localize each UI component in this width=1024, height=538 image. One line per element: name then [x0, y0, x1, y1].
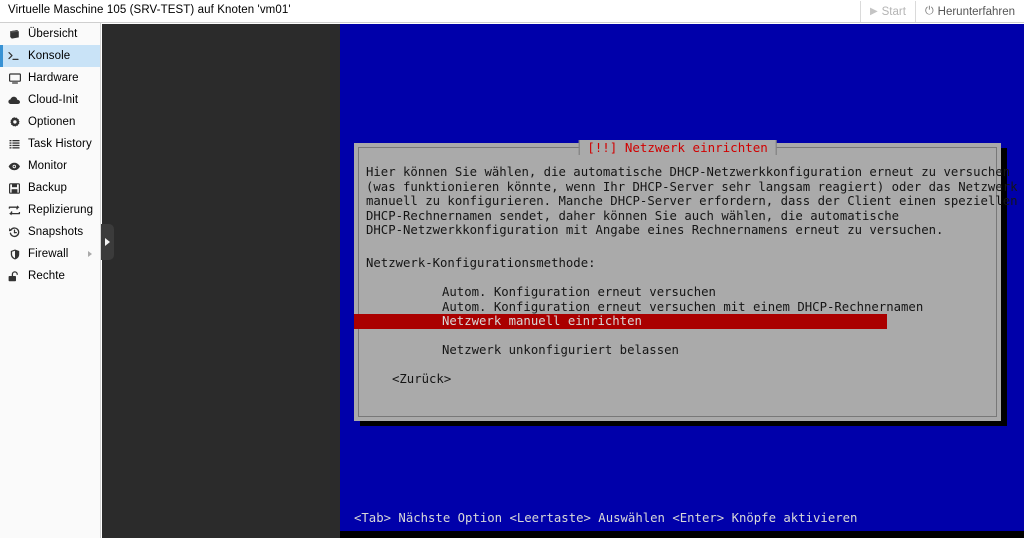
overview-icon: [7, 29, 22, 40]
chevron-right-icon: [88, 251, 92, 257]
sidebar-item-monitor[interactable]: Monitor: [0, 155, 100, 177]
sidebar-item-uebersicht[interactable]: Übersicht: [0, 23, 100, 45]
sidebar-item-label: Backup: [28, 182, 67, 194]
cloud-icon: [7, 96, 22, 105]
monitor-icon: [7, 72, 22, 84]
dialog-title: [!!] Netzwerk einrichten: [578, 140, 777, 155]
sidebar-item-replizierung[interactable]: Replizierung: [0, 199, 100, 221]
start-button[interactable]: ▶ Start: [859, 1, 915, 22]
topbar-actions: ▶ Start ⏻ Herunterfahren: [859, 1, 1024, 22]
sidebar-item-label: Cloud-Init: [28, 94, 79, 106]
terminal-icon: [7, 51, 22, 61]
sidebar-item-label: Hardware: [28, 72, 79, 84]
shield-icon: [7, 249, 22, 260]
vt-bottom-bar: [340, 531, 1024, 538]
dialog-body-text: Hier können Sie wählen, die automatische…: [366, 165, 1018, 238]
power-icon: ⏻: [924, 5, 934, 17]
sidebar: Übersicht Konsole Hardware Cloud-Init Op…: [0, 23, 101, 538]
option-item[interactable]: Autom. Konfiguration erneut versuchen mi…: [354, 300, 1001, 315]
vt-status-line: <Tab> Nächste Option <Leertaste> Auswähl…: [354, 511, 858, 525]
sidebar-item-label: Monitor: [28, 160, 68, 172]
console-pane[interactable]: [!!] Netzwerk einrichten Hier können Sie…: [102, 24, 1024, 538]
sidebar-item-label: Rechte: [28, 270, 66, 282]
unlock-icon: [7, 270, 22, 282]
sidebar-item-label: Snapshots: [28, 226, 84, 238]
sidebar-collapse-handle[interactable]: [101, 224, 114, 260]
option-spacer: [354, 329, 1001, 344]
sidebar-item-task-history[interactable]: Task History: [0, 133, 100, 155]
shutdown-button[interactable]: ⏻ Herunterfahren: [914, 1, 1024, 22]
option-item[interactable]: Autom. Konfiguration erneut versuchen: [354, 285, 1001, 300]
sidebar-item-snapshots[interactable]: Snapshots: [0, 221, 100, 243]
floppy-disk-icon: [7, 182, 22, 194]
gear-icon: [7, 116, 22, 128]
shutdown-button-label: Herunterfahren: [937, 5, 1015, 18]
eye-icon: [7, 162, 22, 171]
sidebar-item-cloud-init[interactable]: Cloud-Init: [0, 89, 100, 111]
list-icon: [7, 139, 22, 150]
network-setup-dialog: [!!] Netzwerk einrichten Hier können Sie…: [354, 140, 1018, 421]
window-title-bar: Virtuelle Maschine 105 (SRV-TEST) auf Kn…: [0, 0, 1024, 23]
config-method-option-list[interactable]: Autom. Konfiguration erneut versuchen Au…: [354, 285, 1001, 358]
sidebar-item-firewall[interactable]: Firewall: [0, 243, 100, 265]
history-icon: [7, 226, 22, 238]
vt-screen[interactable]: [!!] Netzwerk einrichten Hier können Sie…: [340, 24, 1024, 538]
sidebar-item-optionen[interactable]: Optionen: [0, 111, 100, 133]
back-button[interactable]: <Zurück>: [392, 372, 451, 387]
replicate-icon: [7, 204, 22, 216]
start-button-label: Start: [881, 5, 906, 18]
sidebar-item-label: Replizierung: [28, 204, 94, 216]
sidebar-item-label: Konsole: [28, 50, 71, 62]
sidebar-item-label: Firewall: [28, 248, 69, 260]
sidebar-item-label: Task History: [28, 138, 92, 150]
dialog-prompt-label: Netzwerk-Konfigurationsmethode:: [366, 256, 596, 270]
sidebar-item-hardware[interactable]: Hardware: [0, 67, 100, 89]
sidebar-item-rechte[interactable]: Rechte: [0, 265, 100, 287]
option-item-selected[interactable]: Netzwerk manuell einrichten: [354, 314, 887, 329]
sidebar-item-konsole[interactable]: Konsole: [0, 45, 100, 67]
sidebar-item-label: Optionen: [28, 116, 76, 128]
page-title: Virtuelle Maschine 105 (SRV-TEST) auf Kn…: [8, 4, 291, 16]
sidebar-item-backup[interactable]: Backup: [0, 177, 100, 199]
sidebar-item-label: Übersicht: [28, 28, 78, 40]
option-item[interactable]: Netzwerk unkonfiguriert belassen: [354, 343, 1001, 358]
expand-right-icon: [105, 238, 110, 246]
play-icon: ▶: [869, 5, 878, 17]
